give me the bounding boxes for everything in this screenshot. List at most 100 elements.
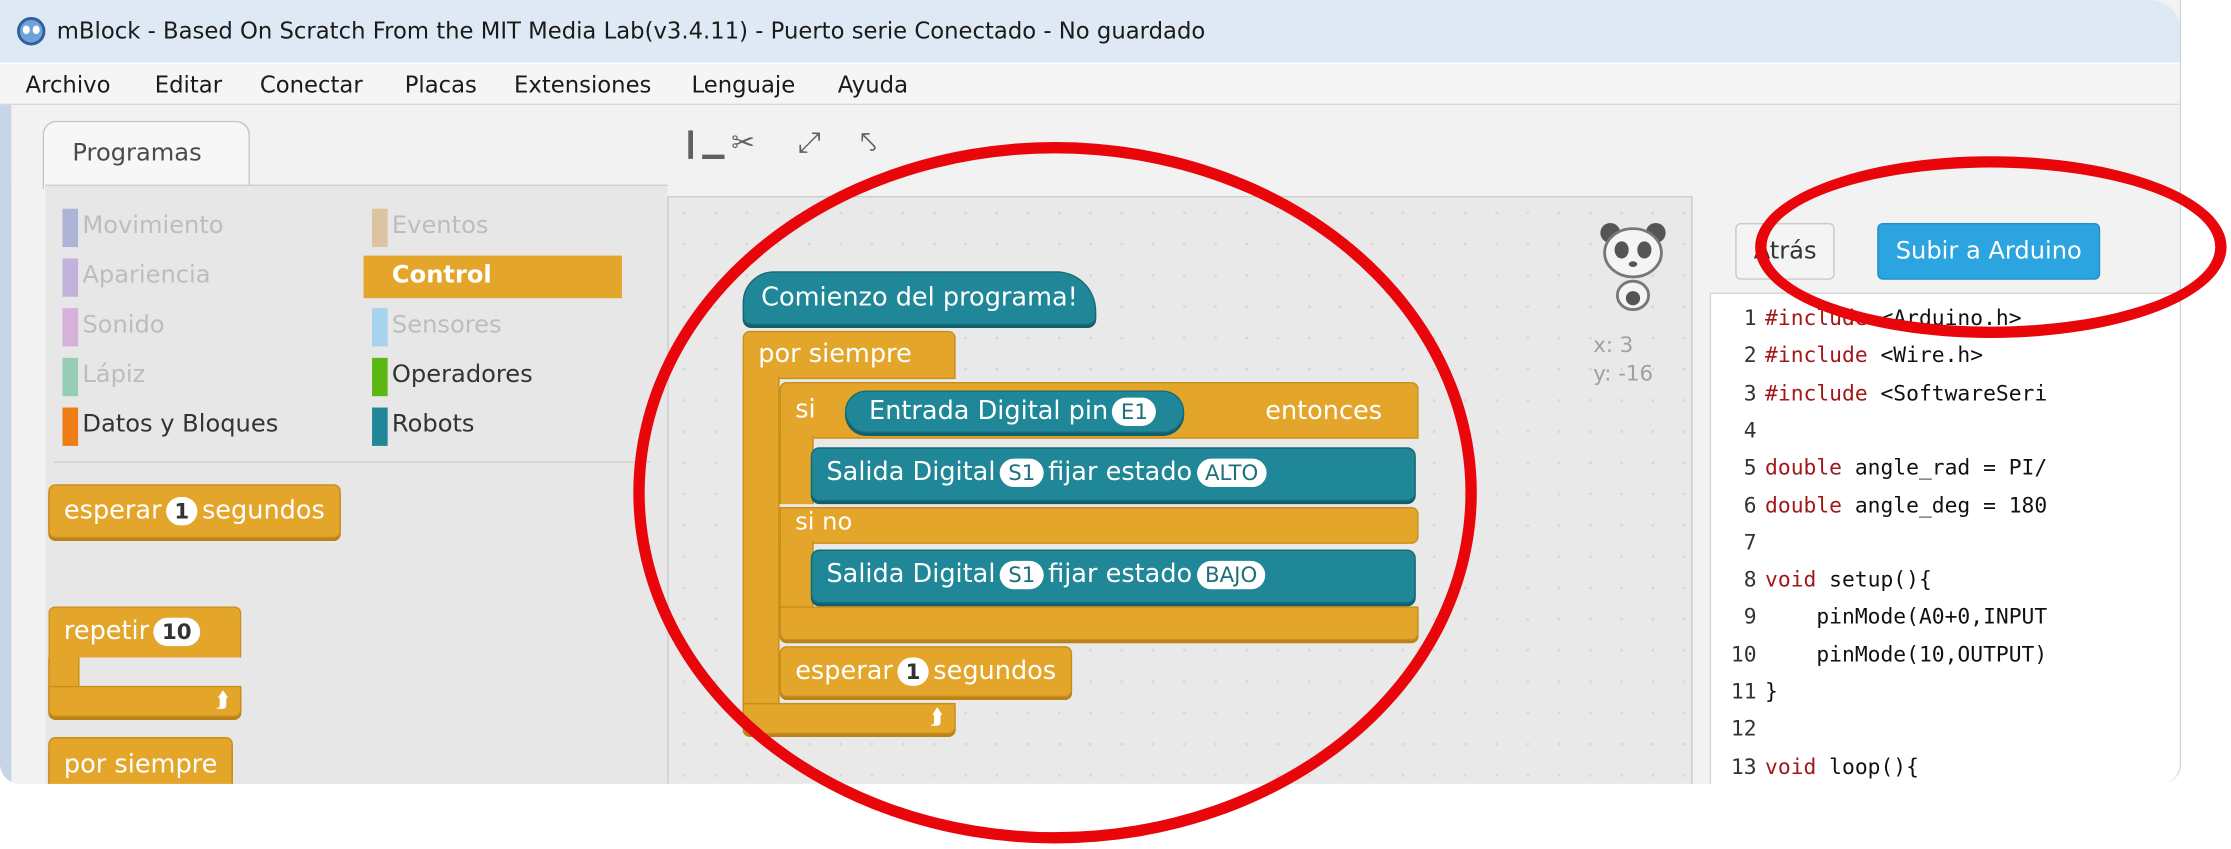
category-label: Apariencia: [82, 261, 211, 290]
category-sensores[interactable]: Sensores: [364, 305, 502, 348]
line-number: 12: [1730, 716, 1757, 742]
shrink-icon[interactable]: ⤣: [861, 125, 877, 159]
code-line: void loop(){: [1765, 753, 1919, 779]
menu-editar[interactable]: Editar: [155, 71, 222, 98]
category-apariencia[interactable]: Apariencia: [54, 256, 211, 299]
category-eventos[interactable]: Eventos: [364, 206, 489, 249]
code-text: loop(){: [1816, 753, 1919, 780]
code-text: pinMode(10,OUTPUT): [1765, 641, 2048, 667]
panda-sprite-icon: [1600, 222, 1666, 311]
line-number: 2: [1743, 342, 1757, 369]
palette-forever-block[interactable]: por siempre: [48, 736, 233, 784]
code-text: angle_rad = PI/: [1842, 454, 2048, 481]
grow-icon[interactable]: ⤢: [798, 125, 821, 159]
block-text: por siempre: [63, 749, 218, 780]
category-label: Movimiento: [82, 211, 224, 240]
category-datos-y-bloques[interactable]: Datos y Bloques: [54, 405, 278, 448]
category-robots[interactable]: Robots: [364, 405, 475, 448]
line-number: 10: [1730, 641, 1757, 667]
line-number: 3: [1743, 379, 1757, 406]
line-number: 5: [1743, 454, 1757, 481]
line-number: 7: [1743, 529, 1757, 555]
code-text: setup(){: [1816, 566, 1932, 593]
repeat-block-foot: ⮭: [48, 685, 242, 718]
category-color-swatch: [62, 258, 79, 297]
menu-extensiones[interactable]: Extensiones: [514, 71, 651, 98]
category-color-swatch: [372, 357, 388, 397]
category-movimiento[interactable]: Movimiento: [54, 206, 224, 249]
block-text: esperar: [63, 495, 162, 526]
sprite-x-coordinate: x: 3: [1593, 332, 1634, 358]
code-keyword: void: [1765, 566, 1817, 593]
palette-wait-block[interactable]: esperar 1 segundos: [48, 484, 341, 539]
block-text: segundos: [201, 495, 325, 526]
wait-seconds-input[interactable]: 1: [165, 497, 198, 526]
line-number: 6: [1743, 492, 1757, 518]
category-color-swatch: [372, 258, 388, 297]
category-label: Control: [391, 261, 492, 290]
code-text: }: [1765, 678, 1778, 705]
code-keyword: #include: [1765, 379, 1868, 406]
line-number: 1: [1743, 305, 1757, 331]
code-keyword: void: [1765, 753, 1817, 780]
screenshot: mBlock - Based On Scratch From the MIT M…: [0, 0, 2228, 849]
category-label: Datos y Bloques: [82, 410, 279, 439]
menu-lenguaje[interactable]: Lenguaje: [692, 71, 796, 98]
code-line: double angle_deg = 180: [1765, 492, 2047, 518]
cut-icon[interactable]: ✂: [731, 125, 755, 159]
category-label: Operadores: [391, 360, 533, 390]
code-line: #include <SoftwareSeri: [1765, 380, 2047, 406]
menu-ayuda[interactable]: Ayuda: [838, 71, 908, 98]
category-label: Eventos: [391, 211, 489, 240]
menu-conectar[interactable]: Conectar: [260, 71, 363, 98]
category-label: Lápiz: [82, 360, 146, 390]
menu-placas[interactable]: Placas: [405, 71, 477, 98]
category-color-swatch: [62, 208, 79, 248]
category-color-swatch: [372, 308, 388, 347]
category-sonido[interactable]: Sonido: [54, 305, 165, 348]
code-line: }: [1765, 679, 1778, 705]
category-label: Sensores: [391, 310, 502, 340]
repeat-block-arm: [48, 657, 80, 689]
window-title: mBlock - Based On Scratch From the MIT M…: [56, 17, 1206, 45]
menu-archivo[interactable]: Archivo: [26, 71, 111, 98]
code-line: #include <Wire.h>: [1765, 343, 1983, 369]
tab-programas[interactable]: Programas: [42, 120, 250, 189]
code-line: pinMode(A0+0,INPUT: [1765, 604, 2047, 630]
category-label: Sonido: [82, 310, 165, 340]
line-number: 8: [1743, 566, 1757, 593]
code-line: double angle_rad = PI/: [1765, 455, 2047, 481]
palette-repeat-block[interactable]: repetir 10: [48, 606, 242, 658]
code-text: pinMode(A0+0,INPUT: [1765, 604, 2048, 630]
line-number: 11: [1730, 678, 1757, 705]
category-color-swatch: [372, 208, 388, 248]
line-number: 13: [1730, 753, 1757, 780]
title-bar: mBlock - Based On Scratch From the MIT M…: [0, 0, 2180, 63]
repeat-count-input[interactable]: 10: [153, 617, 201, 647]
category-color-swatch: [372, 407, 388, 446]
code-keyword: #include: [1765, 342, 1868, 369]
line-number: 4: [1743, 417, 1757, 443]
annotation-circle-upload: [1755, 156, 2227, 338]
sprite-y-coordinate: y: -16: [1593, 360, 1654, 387]
category-color-swatch: [62, 308, 79, 347]
code-editor[interactable]: 1 #include <Arduino.h> 2 #include <Wire.h> 3…: [1709, 292, 2180, 784]
mblock-panda-icon: [17, 17, 46, 46]
code-text: <SoftwareSeri: [1867, 379, 2048, 406]
code-line: pinMode(10,OUTPUT): [1765, 641, 2047, 667]
category-lapiz[interactable]: Lápiz: [54, 355, 145, 398]
palette-divider: [53, 461, 651, 463]
category-label: Robots: [391, 410, 475, 439]
menu-bar: Archivo Editar Conectar Placas Extension…: [0, 62, 2180, 106]
left-window-edge: [0, 105, 12, 784]
code-keyword: double: [1765, 454, 1843, 481]
block-palette: Movimiento Apariencia Sonido Lápiz Datos…: [45, 184, 668, 784]
stamp-icon[interactable]: ❙▁: [679, 125, 725, 159]
code-text: <Wire.h>: [1867, 342, 1984, 369]
code-keyword: double: [1765, 492, 1843, 518]
category-control[interactable]: Control: [363, 255, 622, 299]
block-text: repetir: [63, 616, 150, 647]
code-line: void setup(){: [1765, 567, 1932, 593]
category-operadores[interactable]: Operadores: [364, 355, 533, 398]
category-color-swatch: [62, 407, 79, 446]
